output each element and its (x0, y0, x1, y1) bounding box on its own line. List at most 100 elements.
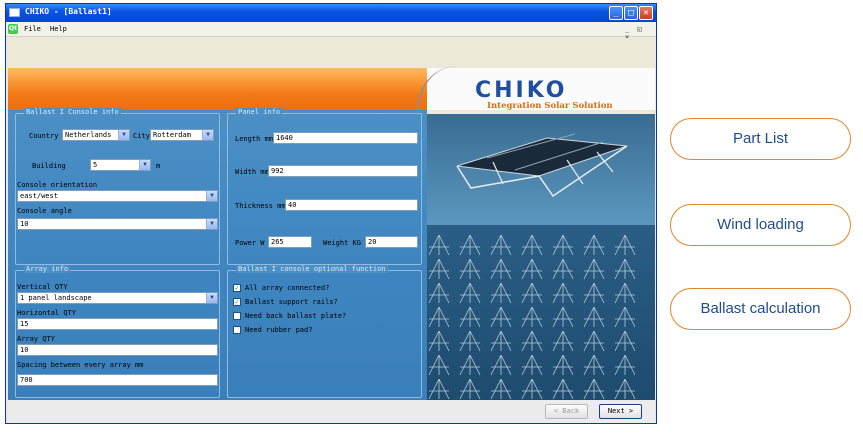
truss-icon (428, 354, 450, 376)
vertical-qty-select[interactable]: 1 panel landscape ▼ (17, 292, 218, 304)
truss-icon (583, 354, 605, 376)
menu-help[interactable]: Help (50, 25, 67, 33)
truss-icon (614, 306, 636, 328)
angle-label: Console angle (17, 207, 72, 215)
truss-icon (428, 306, 450, 328)
building-select[interactable]: 5 ▼ (90, 159, 151, 171)
truss-icon (614, 330, 636, 352)
building-label: Building (32, 162, 66, 170)
country-label: Country (29, 132, 59, 140)
check-all-array-connected[interactable]: ✓ (233, 284, 241, 292)
country-value: Netherlands (65, 131, 112, 139)
chevron-down-icon[interactable]: ▼ (206, 293, 217, 303)
truss-icon (490, 234, 512, 256)
app-window-icon (9, 8, 20, 17)
truss-icon (490, 258, 512, 280)
truss-icon (552, 306, 574, 328)
truss-icon (583, 282, 605, 304)
truss-icon (428, 378, 450, 400)
chevron-down-icon[interactable]: ▼ (206, 219, 217, 229)
spacing-input[interactable]: 700 (17, 374, 218, 386)
maximize-button[interactable]: □ (624, 6, 638, 20)
check-back-ballast-plate[interactable] (233, 312, 241, 320)
truss-icon (552, 378, 574, 400)
solar-rack-image (427, 114, 655, 225)
truss-icon (583, 330, 605, 352)
app-window: CHIKO - [Ballast1] _ □ ✕ Qt File Help _ … (5, 3, 657, 424)
building-value: 5 (93, 161, 98, 169)
panel-info-title: Panel info (236, 108, 283, 116)
building-unit: m (156, 162, 161, 170)
truss-icon (552, 354, 574, 376)
truss-icon (428, 258, 450, 280)
optional-function-title: Ballast I console optional function (236, 265, 388, 273)
close-button[interactable]: ✕ (639, 6, 653, 20)
length-input[interactable]: 1640 (273, 132, 418, 144)
truss-icon (614, 258, 636, 280)
next-button[interactable]: Next > (599, 404, 642, 419)
length-label: Length mm (235, 135, 273, 143)
truss-icon (614, 354, 636, 376)
vertical-qty-label: Vertical QTY (17, 283, 68, 291)
city-value: Rotterdam (153, 131, 191, 139)
chevron-down-icon[interactable]: ▼ (139, 160, 150, 170)
width-label: Width mm (235, 168, 269, 176)
ballast-calculation-button[interactable]: Ballast calculation (670, 288, 851, 330)
check-rubber-pad[interactable] (233, 326, 241, 334)
truss-icon (459, 234, 481, 256)
truss-icon (521, 234, 543, 256)
country-select[interactable]: Netherlands ▼ (62, 129, 130, 141)
array-qty-label: Array QTY (17, 335, 55, 343)
width-input[interactable]: 992 (268, 165, 418, 177)
truss-icon (459, 378, 481, 400)
horizontal-qty-input[interactable]: 15 (17, 318, 218, 330)
truss-icon (614, 378, 636, 400)
checkbox-label: Need rubber pad? (245, 326, 313, 334)
angle-value: 10 (20, 220, 29, 228)
truss-icon (428, 234, 450, 256)
truss-icon (614, 282, 636, 304)
minimize-button[interactable]: _ (609, 6, 623, 20)
truss-icon (459, 258, 481, 280)
menu-file[interactable]: File (24, 25, 41, 33)
city-label: City (133, 132, 150, 140)
title-bar[interactable]: CHIKO - [Ballast1] _ □ ✕ (6, 4, 656, 22)
truss-icon (490, 282, 512, 304)
content-area: CHIKO Integration Solar Solution Ballast… (7, 38, 655, 423)
back-button[interactable]: < Back (545, 404, 588, 419)
truss-icon (552, 330, 574, 352)
truss-icon (552, 258, 574, 280)
orientation-select[interactable]: east/west ▼ (17, 190, 218, 202)
truss-icon (521, 378, 543, 400)
thickness-input[interactable]: 40 (285, 199, 418, 211)
weight-label: Weight KG (323, 239, 361, 247)
power-label: Power W (235, 239, 265, 247)
truss-icon (459, 306, 481, 328)
truss-icon (428, 330, 450, 352)
wind-loading-button[interactable]: Wind loading (670, 204, 851, 246)
truss-icon (552, 234, 574, 256)
truss-icon (521, 258, 543, 280)
console-info-title: Ballast I Console info (24, 108, 121, 116)
chevron-down-icon[interactable]: ▼ (118, 130, 129, 140)
truss-icon (583, 234, 605, 256)
solar-rack-illustration (456, 133, 628, 198)
truss-icon (583, 258, 605, 280)
city-select[interactable]: Rotterdam ▼ (150, 129, 214, 141)
truss-icon (459, 330, 481, 352)
weight-input[interactable]: 20 (365, 236, 418, 248)
truss-icon (614, 234, 636, 256)
truss-icon (521, 354, 543, 376)
qt-logo-icon: Qt (8, 24, 18, 34)
array-qty-input[interactable]: 10 (17, 344, 218, 356)
chevron-down-icon[interactable]: ▼ (206, 191, 217, 201)
check-ballast-support-rails[interactable]: ✓ (233, 298, 241, 306)
horizontal-qty-label: Horizontal QTY (17, 309, 77, 317)
angle-select[interactable]: 10 ▼ (17, 218, 218, 230)
chevron-down-icon[interactable]: ▼ (202, 130, 213, 140)
part-list-button[interactable]: Part List (670, 118, 851, 160)
orientation-value: east/west (20, 192, 58, 200)
truss-icon (521, 282, 543, 304)
truss-icon (583, 306, 605, 328)
power-input[interactable]: 265 (268, 236, 312, 248)
